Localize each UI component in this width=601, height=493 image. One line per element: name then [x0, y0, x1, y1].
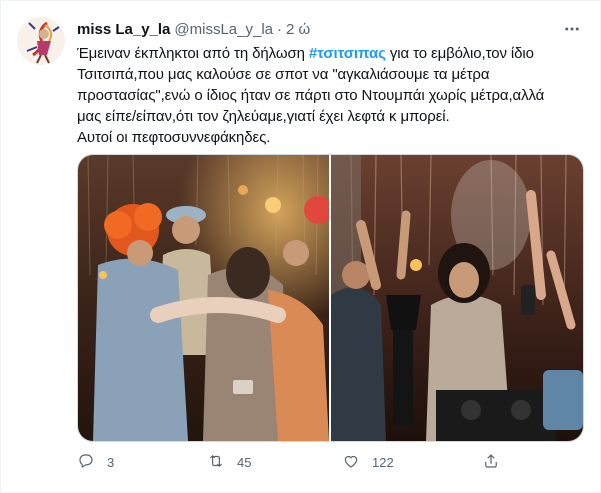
hashtag-link[interactable]: #τσιτσιπας: [309, 45, 386, 62]
tweet-header: miss La_y_la @missLa_y_la · 2 ώ: [77, 19, 310, 39]
like-button[interactable]: 122: [342, 452, 394, 473]
display-name[interactable]: miss La_y_la: [77, 21, 170, 38]
retweet-button[interactable]: 45: [207, 452, 251, 473]
separator-dot: ·: [277, 20, 283, 38]
tweet-text-line: προστασίας",ενώ ο ίδιος ήταν σε πάρτι στ…: [77, 87, 545, 104]
share-icon: [482, 452, 500, 473]
timestamp[interactable]: 2 ώ: [286, 21, 310, 38]
photo-party-hug[interactable]: [78, 155, 329, 441]
more-dots-icon[interactable]: [558, 15, 586, 43]
photo-party-dj[interactable]: [331, 155, 583, 441]
user-handle[interactable]: @missLa_y_la: [174, 21, 273, 38]
retweet-icon: [207, 452, 225, 473]
tweet-text-line: Τσιτσιπά,που μας καλούσε σε σποτ να "αγκ…: [77, 66, 490, 83]
reply-count: 3: [107, 454, 115, 470]
like-count: 122: [372, 454, 394, 470]
avatar[interactable]: [17, 17, 65, 65]
tweet-card[interactable]: miss La_y_la @missLa_y_la · 2 ώ Έμειναν …: [0, 0, 601, 493]
tweet-text-line: μας είπε/είπαν,ότι τον ζηλεύαμε,γιατί έχ…: [77, 108, 450, 125]
share-button[interactable]: [482, 452, 500, 473]
tweet-text-line: Έμειναν έκπληκτοι από τη δήλωση #τσιτσιπ…: [77, 43, 587, 64]
heart-icon: [342, 452, 360, 473]
tweet-text-segment: για το εμβόλιο,τον ίδιο: [385, 45, 534, 62]
tweet-actions: 3 45 122: [77, 451, 517, 473]
tweet-media[interactable]: [77, 154, 584, 442]
reply-button[interactable]: 3: [77, 452, 114, 473]
tweet-text-segment: Έμειναν έκπληκτοι από τη δήλωση: [77, 45, 309, 62]
tweet-text-line: Αυτοί οι πεφτοσυννεφάκηδες.: [77, 129, 271, 146]
reply-icon: [77, 452, 95, 473]
tweet-text: Έμειναν έκπληκτοι από τη δήλωση #τσιτσιπ…: [77, 43, 587, 148]
retweet-count: 45: [237, 454, 252, 470]
